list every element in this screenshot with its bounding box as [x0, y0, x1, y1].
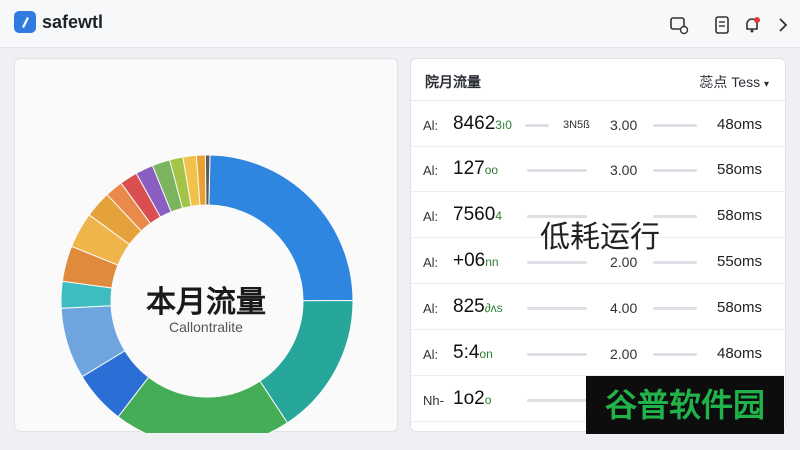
row-latency: 58oms: [717, 207, 763, 224]
row-number-main: 8462: [453, 113, 496, 134]
app-title: safewtl: [42, 12, 104, 32]
row-label: Nh-: [423, 393, 444, 408]
row-value: 4.00: [610, 300, 638, 316]
row-number-sub: oo: [484, 163, 499, 177]
row-label: Al:: [423, 255, 439, 270]
row-bar-right: [653, 261, 697, 264]
chevron-down-icon: ▾: [763, 79, 769, 90]
row-label: Al:: [423, 118, 439, 133]
row-bar-left: [527, 399, 587, 402]
row-bar-right: [653, 169, 697, 172]
row-number: 127oo: [453, 158, 498, 180]
row-number-sub: ∂ʌs: [484, 301, 503, 315]
row-latency: 48oms: [717, 116, 763, 133]
donut-segment[interactable]: [117, 376, 289, 433]
row-number-main: 127: [453, 158, 485, 179]
row-number-main: 825: [453, 296, 485, 317]
device-sync-icon[interactable]: [668, 14, 690, 36]
row-mid-text: 3N5ß: [563, 119, 590, 131]
row-number: 75604: [453, 204, 502, 226]
traffic-donut-chart: [60, 154, 354, 433]
row-number-sub: o: [484, 393, 492, 407]
chevron-right-icon[interactable]: [772, 14, 794, 36]
row-number: 825∂ʌs: [453, 296, 503, 318]
row-label: Al:: [423, 209, 439, 224]
row-number-main: 5:4: [453, 342, 480, 363]
row-number-sub: nn: [485, 255, 499, 269]
row-number: 1o2o: [453, 388, 491, 410]
row-bar-left: [527, 307, 587, 310]
row-bar-left: [525, 124, 549, 127]
row-latency: 55oms: [717, 253, 763, 270]
panel-header: 院月流量 蕊点 Tess ▾: [411, 59, 787, 101]
row-latency: 48oms: [717, 345, 763, 362]
row-label: Al:: [423, 347, 439, 362]
status-text: 低耗运行: [540, 221, 660, 254]
row-number: 5:4on: [453, 342, 493, 364]
watermark-logo: 谷普软件园: [586, 376, 784, 434]
row-latency: 58oms: [717, 299, 763, 316]
row-bar-right: [653, 353, 697, 356]
row-number: +06nn: [453, 250, 499, 272]
document-icon[interactable]: [711, 14, 733, 36]
row-bar-left: [527, 353, 587, 356]
row-number: 84623ı0: [453, 113, 512, 135]
row-bar-right: [653, 307, 697, 310]
row-latency: 58oms: [717, 161, 763, 178]
row-value: 2.00: [610, 346, 638, 362]
table-row[interactable]: Al: 5:4on 2.00 48oms: [411, 332, 787, 376]
panel-title: 院月流量: [425, 74, 481, 90]
donut-center-title: 本月流量: [146, 286, 266, 319]
row-number-sub: 3ı0: [495, 118, 512, 132]
row-value: 3.00: [610, 162, 638, 178]
row-value: 2.00: [610, 254, 638, 270]
table-row[interactable]: Al: 127oo 3.00 58oms: [411, 148, 787, 192]
row-number-main: 7560: [453, 204, 496, 225]
row-bar-right: [653, 124, 697, 127]
app-logo-icon: [14, 11, 36, 33]
row-number-main: 1o2: [453, 388, 485, 409]
table-row[interactable]: Al: 825∂ʌs 4.00 58oms: [411, 286, 787, 330]
traffic-donut-card: 本月流量 Callontralite: [14, 58, 398, 433]
donut-center-subtitle: Callontralite: [169, 319, 243, 335]
row-label: Al:: [423, 301, 439, 316]
row-bar-left: [527, 261, 587, 264]
row-value: 3.00: [610, 117, 638, 133]
row-number-sub: on: [479, 347, 493, 361]
filter-label: 蕊点 Tess: [699, 74, 761, 90]
row-label: Al:: [423, 163, 439, 178]
table-row[interactable]: Al: 84623ı0 3N5ß 3.00 48oms: [411, 103, 787, 147]
donut-segment[interactable]: [204, 154, 211, 206]
row-bar-left: [527, 169, 587, 172]
notification-bell-icon[interactable]: [741, 14, 763, 36]
filter-dropdown[interactable]: 蕊点 Tess ▾: [699, 72, 769, 92]
top-bar: safewtl: [0, 0, 800, 48]
row-number-main: +06: [453, 250, 486, 271]
svg-text:谷普软件园: 谷普软件园: [605, 386, 765, 424]
row-number-sub: 4: [495, 209, 502, 223]
